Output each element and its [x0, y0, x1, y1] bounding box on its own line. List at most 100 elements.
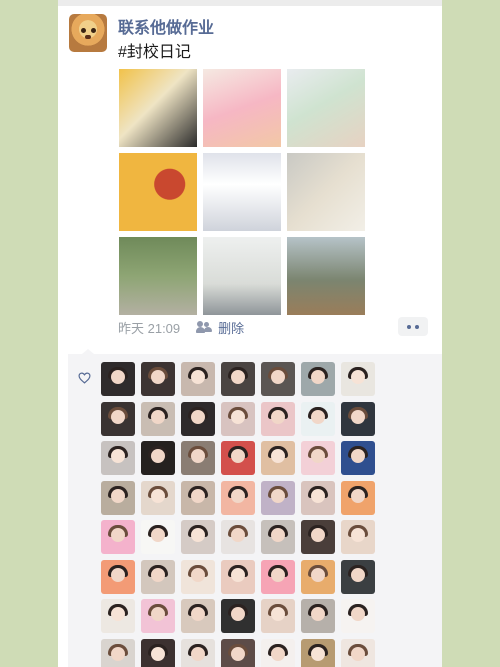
liker-avatar[interactable] [181, 520, 215, 554]
liker-avatar[interactable] [261, 362, 295, 396]
liker-avatar[interactable] [261, 638, 295, 667]
avatar-face [271, 488, 285, 503]
author-name[interactable]: 联系他做作业 [118, 14, 214, 38]
liker-avatar[interactable] [141, 638, 175, 667]
liker-avatar[interactable] [101, 520, 135, 554]
avatar-face [151, 488, 165, 503]
liker-avatar[interactable] [141, 599, 175, 633]
avatar-face [231, 449, 245, 463]
avatar-face [311, 449, 325, 463]
liker-avatar[interactable] [341, 559, 375, 594]
liker-avatar[interactable] [181, 362, 215, 396]
post-photo[interactable] [119, 153, 197, 231]
liker-avatar[interactable] [261, 441, 295, 475]
avatar-face [231, 409, 245, 424]
post-photo[interactable] [119, 69, 197, 147]
liker-avatar[interactable] [181, 599, 215, 633]
post-photo[interactable] [203, 237, 281, 315]
avatar-face [311, 607, 325, 621]
avatar-face [151, 567, 165, 582]
liker-avatar[interactable] [301, 599, 335, 633]
liker-avatar[interactable] [181, 559, 215, 594]
avatar-face [271, 567, 285, 582]
liker-avatar[interactable] [221, 362, 255, 396]
liker-avatar[interactable] [341, 441, 375, 475]
delete-link[interactable]: 删除 [218, 318, 244, 337]
avatar-face [191, 646, 205, 661]
liker-avatar[interactable] [221, 520, 255, 554]
post-photo[interactable] [287, 153, 365, 231]
liker-avatar[interactable] [301, 520, 335, 554]
liker-avatar[interactable] [181, 480, 215, 515]
liker-avatar[interactable] [341, 520, 375, 554]
avatar-face [111, 607, 125, 621]
avatar-face [351, 528, 365, 542]
liker-avatar[interactable] [101, 480, 135, 515]
liker-avatar[interactable] [101, 362, 135, 396]
more-dots-icon[interactable] [398, 317, 428, 336]
avatar-face [191, 488, 205, 503]
liker-avatar[interactable] [341, 480, 375, 515]
liker-avatar[interactable] [141, 520, 175, 554]
liker-avatar[interactable] [341, 362, 375, 396]
heart-icon [78, 372, 91, 384]
liker-avatar[interactable] [301, 480, 335, 515]
avatar-face [151, 409, 165, 424]
avatar-face [111, 567, 125, 582]
liker-avatar[interactable] [141, 362, 175, 396]
avatar-face [191, 607, 205, 621]
liker-avatar[interactable] [221, 638, 255, 667]
avatar-eye [81, 28, 86, 33]
liker-avatar[interactable] [221, 401, 255, 436]
avatar-face [271, 528, 285, 542]
liker-avatar[interactable] [101, 441, 135, 475]
avatar-face [271, 370, 285, 384]
liker-avatar[interactable] [261, 559, 295, 594]
liker-avatar[interactable] [141, 480, 175, 515]
liker-avatar[interactable] [221, 441, 255, 475]
post-photo[interactable] [287, 237, 365, 315]
liker-avatar[interactable] [301, 362, 335, 396]
avatar-face [151, 607, 165, 621]
photo-grid [119, 69, 365, 315]
liker-avatar[interactable] [101, 599, 135, 633]
liker-avatar[interactable] [221, 599, 255, 633]
liker-avatar[interactable] [301, 441, 335, 475]
liker-avatar[interactable] [341, 401, 375, 436]
avatar-face [351, 646, 365, 661]
liker-avatar[interactable] [221, 480, 255, 515]
avatar-face [191, 567, 205, 582]
liker-avatar[interactable] [261, 480, 295, 515]
avatar-face [231, 488, 245, 503]
avatar-face [191, 528, 205, 542]
avatar-face [231, 370, 245, 384]
liker-avatar[interactable] [101, 401, 135, 436]
liker-avatar[interactable] [341, 599, 375, 633]
liker-avatar[interactable] [261, 599, 295, 633]
liker-avatar[interactable] [261, 520, 295, 554]
people-icon[interactable] [196, 321, 213, 333]
liker-avatar[interactable] [141, 441, 175, 475]
post-photo[interactable] [203, 69, 281, 147]
author-avatar[interactable] [69, 14, 107, 52]
liker-avatar[interactable] [301, 638, 335, 667]
avatar-face [351, 449, 365, 463]
liker-avatar[interactable] [181, 401, 215, 436]
liker-avatar[interactable] [341, 638, 375, 667]
avatar-face [351, 488, 365, 503]
liker-avatar[interactable] [101, 638, 135, 667]
liker-avatar[interactable] [101, 559, 135, 594]
liker-avatar[interactable] [141, 401, 175, 436]
liker-avatar[interactable] [141, 559, 175, 594]
liker-avatar[interactable] [221, 559, 255, 594]
liker-avatar[interactable] [181, 441, 215, 475]
liker-avatar[interactable] [301, 401, 335, 436]
liker-avatar[interactable] [181, 638, 215, 667]
post-photo[interactable] [203, 153, 281, 231]
post-photo[interactable] [119, 237, 197, 315]
avatar-face [151, 646, 165, 661]
liker-avatar[interactable] [261, 401, 295, 436]
post-photo[interactable] [287, 69, 365, 147]
liker-avatar[interactable] [301, 559, 335, 594]
avatar-face [231, 607, 245, 621]
